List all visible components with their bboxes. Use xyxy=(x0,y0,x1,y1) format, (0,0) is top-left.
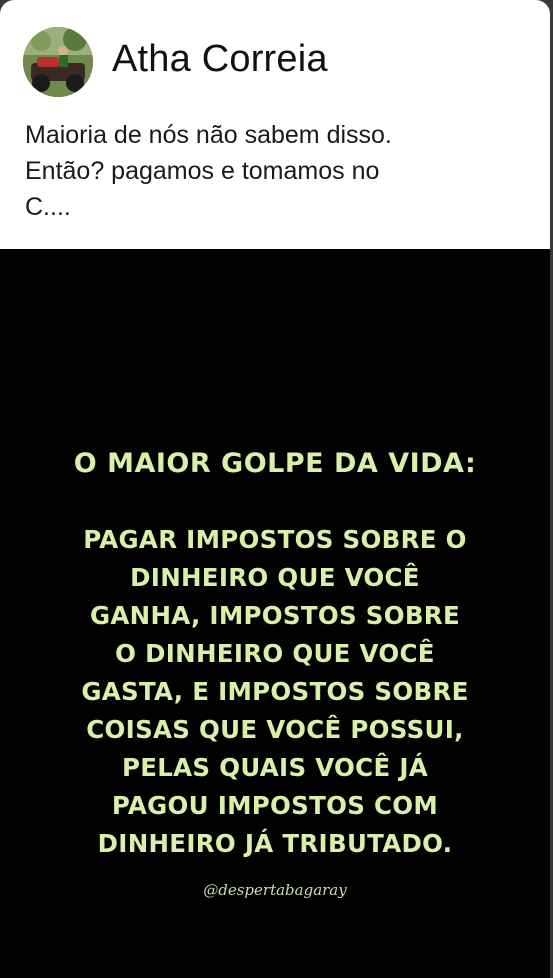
post-text-line: C.... xyxy=(25,193,71,221)
post-header: Atha Correia Maioria de nós não sabem di… xyxy=(0,0,550,249)
meme-title: O MAIOR GOLPE DA VIDA: xyxy=(73,448,477,479)
author-name[interactable]: Atha Correia xyxy=(112,38,328,81)
meme-image[interactable]: O MAIOR GOLPE DA VIDA: PAGAR IMPOSTOS SO… xyxy=(0,249,550,978)
meme-body-line: PAGAR IMPOSTOS SOBRE O xyxy=(83,525,467,554)
meme-body-line: COISAS QUE VOCÊ POSSUI, xyxy=(86,715,464,744)
meme-body-line: GANHA, IMPOSTOS SOBRE xyxy=(89,601,461,630)
profile-photo-icon xyxy=(23,27,93,97)
meme-body-line: DINHEIRO QUE VOCÊ xyxy=(130,563,420,592)
meme-body-line: O DINHEIRO QUE VOCÊ xyxy=(115,639,435,668)
watermark-handle: @despertabagaray xyxy=(203,881,347,899)
meme-body-line: PELAS QUAIS VOCÊ JÁ xyxy=(121,753,429,782)
meme-body-line: PAGOU IMPOSTOS COM xyxy=(111,791,439,820)
meme-body-line: GASTA, E IMPOSTOS SOBRE xyxy=(81,677,469,706)
post-text-line: Maioria de nós não sabem disso. xyxy=(25,121,392,149)
post-text-line: Então? pagamos e tomamos no xyxy=(25,157,380,185)
avatar[interactable] xyxy=(23,27,93,97)
post-text: Maioria de nós não sabem disso. Então? p… xyxy=(25,117,525,225)
screen-frame: Atha Correia Maioria de nós não sabem di… xyxy=(0,0,553,978)
post-card: Atha Correia Maioria de nós não sabem di… xyxy=(0,0,550,978)
meme-body: PAGAR IMPOSTOS SOBRE O DINHEIRO QUE VOCÊ… xyxy=(0,521,550,863)
meme-body-line: DINHEIRO JÁ TRIBUTADO. xyxy=(97,829,453,858)
